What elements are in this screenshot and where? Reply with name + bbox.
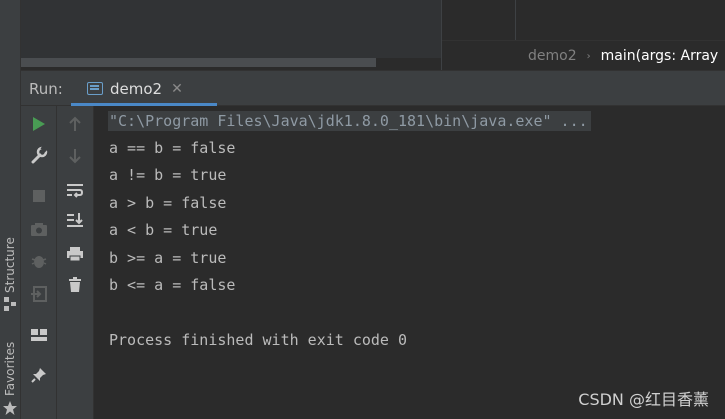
soft-wrap-icon[interactable] xyxy=(64,179,86,201)
camera-icon[interactable] xyxy=(28,218,50,240)
structure-icon xyxy=(4,297,16,311)
watermark: CSDN @红目香薰 xyxy=(578,390,709,409)
run-toolbar-primary xyxy=(21,106,57,419)
debug-bug-icon[interactable] xyxy=(28,250,50,272)
arrow-up-icon[interactable] xyxy=(64,113,86,135)
exit-icon[interactable] xyxy=(28,283,50,305)
run-label: Run: xyxy=(29,80,63,98)
console-line: a < b = true xyxy=(109,221,218,239)
run-toolbar-secondary xyxy=(57,106,94,419)
console-line: a == b = false xyxy=(109,139,236,157)
stop-icon[interactable] xyxy=(28,185,50,207)
wrench-icon[interactable] xyxy=(28,144,50,166)
structure-label: Structure xyxy=(3,237,17,293)
layout-icon[interactable] xyxy=(28,324,50,346)
rerun-icon[interactable] xyxy=(28,113,50,135)
breadcrumb-separator-icon: › xyxy=(586,50,591,62)
favorites-label: Favorites xyxy=(3,341,17,396)
tab-demo2[interactable]: demo2 ✕ xyxy=(71,71,217,106)
console-exit-message: Process finished with exit code 0 xyxy=(109,331,408,349)
console-line: b <= a = false xyxy=(109,276,236,294)
console-icon xyxy=(87,82,103,95)
horizontal-scrollbar[interactable] xyxy=(21,58,376,67)
editor-divider-secondary xyxy=(515,0,516,40)
breadcrumb-method[interactable]: main(args: Array xyxy=(601,48,719,64)
star-icon xyxy=(3,401,17,415)
editor-gutter xyxy=(21,0,441,58)
print-icon[interactable] xyxy=(64,243,86,265)
pin-icon[interactable] xyxy=(28,364,50,386)
console-line: a != b = true xyxy=(109,166,227,184)
trash-icon[interactable] xyxy=(64,274,86,296)
breadcrumb: demo2 › main(args: Array xyxy=(442,40,725,71)
scroll-to-end-icon[interactable] xyxy=(64,209,86,231)
breadcrumb-file[interactable]: demo2 xyxy=(528,48,577,64)
arrow-down-icon[interactable] xyxy=(64,145,86,167)
close-icon[interactable]: ✕ xyxy=(171,81,183,97)
console-line: a > b = false xyxy=(109,194,227,212)
console-command-line: "C:\Program Files\Java\jdk1.8.0_181\bin\… xyxy=(108,111,591,131)
console-output[interactable]: "C:\Program Files\Java\jdk1.8.0_181\bin\… xyxy=(95,106,725,419)
console-line: b >= a = true xyxy=(109,249,227,267)
run-tool-window-header: Run: demo2 ✕ xyxy=(21,70,725,106)
tab-label: demo2 xyxy=(110,79,163,98)
